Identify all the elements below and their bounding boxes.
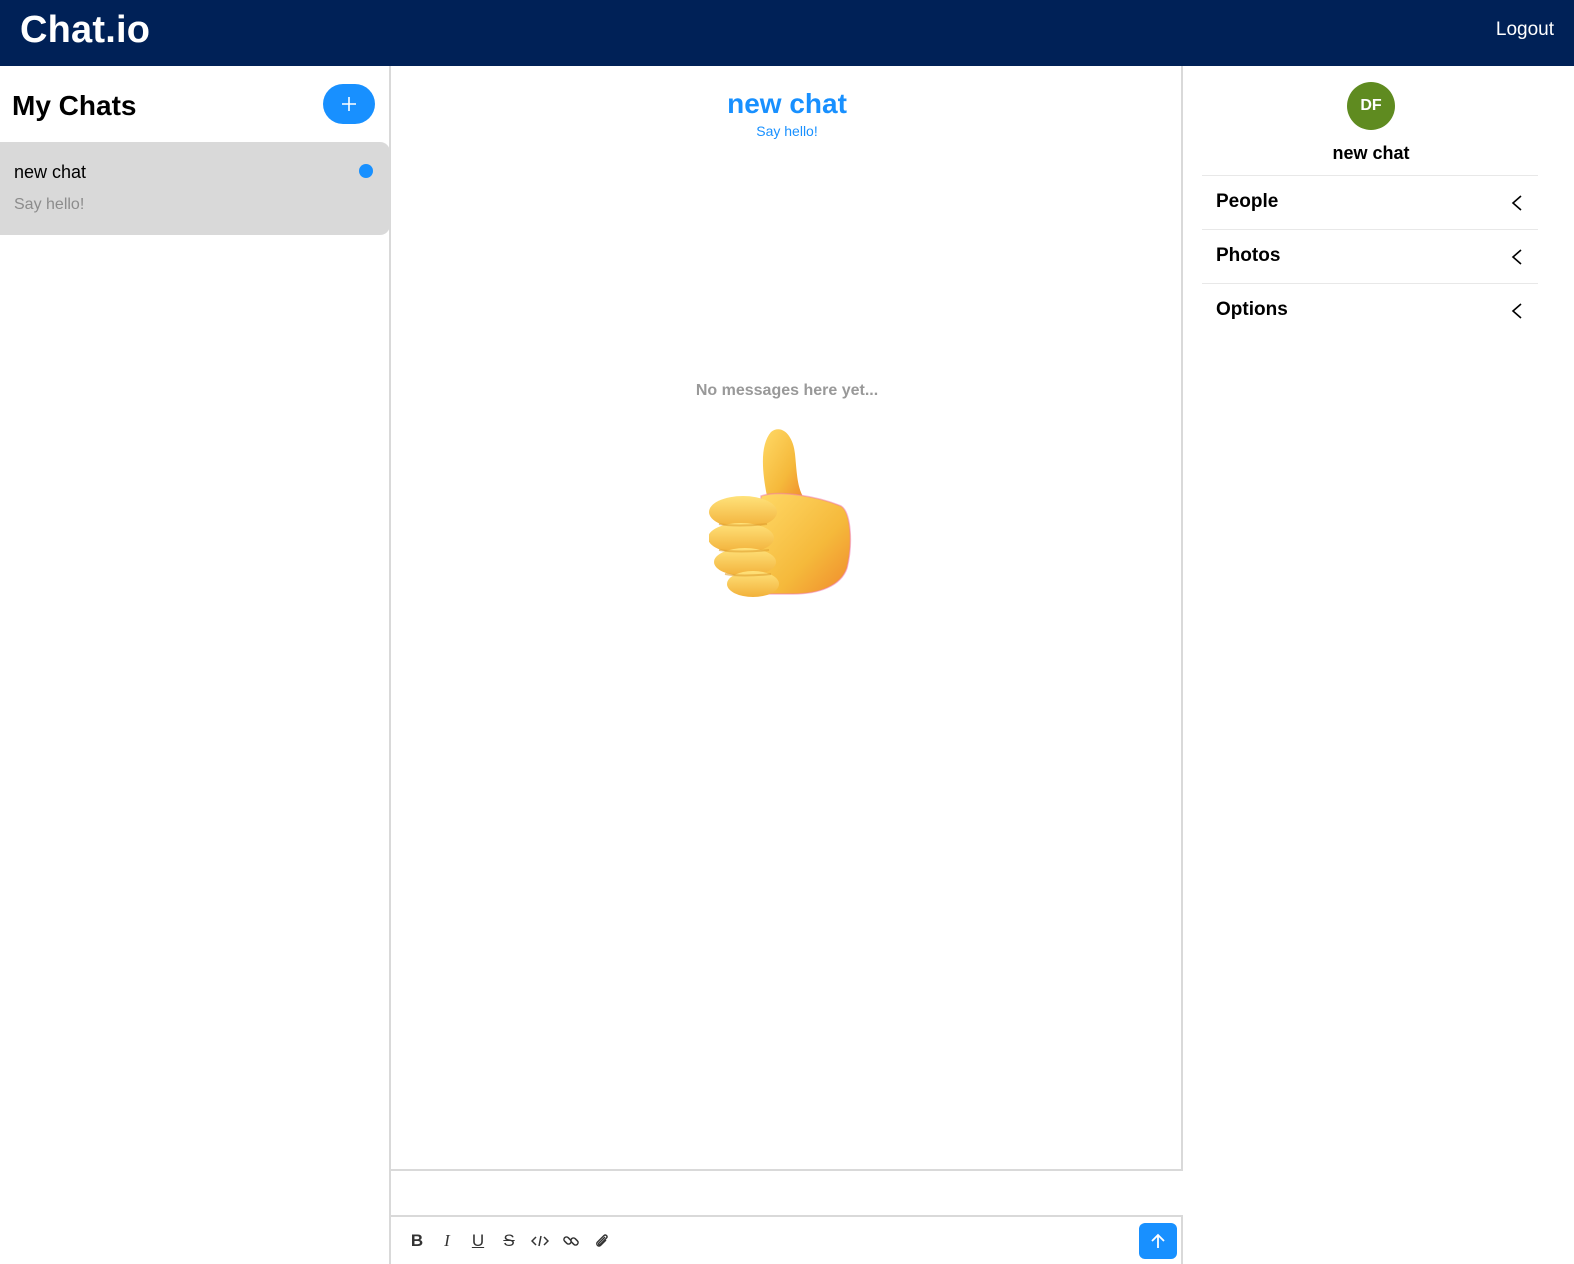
- chat-feed-panel: new chat Say hello! No messages here yet…: [391, 66, 1183, 1264]
- section-label: Options: [1216, 299, 1288, 320]
- chat-list-item[interactable]: new chat Say hello!: [0, 142, 390, 235]
- attachment-icon[interactable]: [591, 1230, 613, 1252]
- italic-icon[interactable]: I: [436, 1230, 458, 1252]
- bold-icon[interactable]: B: [406, 1230, 428, 1252]
- message-input[interactable]: [391, 1169, 1183, 1217]
- avatar: DF: [1347, 82, 1395, 130]
- chat-list-title: My Chats: [12, 90, 137, 121]
- plus-icon: [342, 97, 356, 111]
- chevron-left-icon: [1511, 195, 1522, 211]
- section-options[interactable]: Options: [1202, 283, 1538, 337]
- chat-settings-panel: DF new chat People Photos Options: [1184, 66, 1574, 1264]
- section-label: People: [1216, 191, 1279, 212]
- thumbs-up-emoji-icon: [709, 429, 852, 597]
- section-label: Photos: [1216, 245, 1281, 266]
- new-chat-button[interactable]: [323, 84, 375, 124]
- logout-button[interactable]: Logout: [1496, 19, 1554, 41]
- chevron-left-icon: [1511, 303, 1522, 319]
- chat-item-title: new chat: [14, 162, 87, 182]
- brand-logo: Chat.io: [20, 9, 151, 51]
- chat-list-panel: My Chats new chat Say hello!: [0, 66, 391, 1264]
- settings-chat-title: new chat: [1332, 143, 1410, 163]
- empty-state-text: No messages here yet...: [695, 382, 879, 399]
- chat-subtitle: Say hello!: [756, 123, 818, 139]
- strikethrough-icon[interactable]: S: [498, 1230, 520, 1252]
- underline-icon[interactable]: U: [467, 1230, 489, 1252]
- code-icon[interactable]: [529, 1230, 551, 1252]
- section-people[interactable]: People: [1202, 175, 1538, 229]
- unread-indicator-dot: [359, 164, 373, 178]
- arrow-up-icon: [1151, 1233, 1165, 1248]
- top-bar: Chat.io Logout: [0, 0, 1574, 66]
- chat-item-subtitle: Say hello!: [14, 196, 85, 213]
- send-button[interactable]: [1139, 1223, 1177, 1259]
- chat-title: new chat: [727, 88, 847, 119]
- formatting-toolbar: B I U S: [391, 1217, 1183, 1264]
- section-photos[interactable]: Photos: [1202, 229, 1538, 283]
- chevron-left-icon: [1511, 249, 1522, 265]
- link-icon[interactable]: [560, 1230, 582, 1252]
